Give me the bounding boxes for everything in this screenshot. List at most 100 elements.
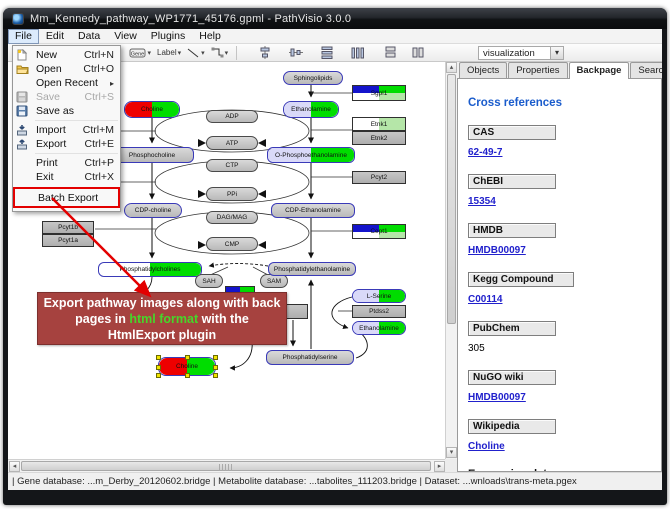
pathway-node-ptdss2[interactable]: Ptdss2: [352, 305, 406, 318]
menu-item-shortcut: Ctrl+E: [85, 138, 114, 150]
crossref-link[interactable]: HMDB00097: [468, 392, 526, 403]
pathway-node-pcyt1a[interactable]: Pcyt1a: [42, 234, 94, 247]
pathway-node-ethanolamine[interactable]: Ethanolamine: [352, 321, 406, 335]
visualization-dropdown-icon[interactable]: ▾: [550, 47, 563, 59]
node-label: Choline: [141, 106, 163, 113]
pathway-node-etnk2[interactable]: Etnk2: [352, 131, 406, 145]
selection-handle[interactable]: [185, 373, 190, 378]
connector-tool-button[interactable]: ▾: [209, 45, 231, 61]
crossref-value: 15354: [468, 196, 651, 207]
menu-item-shortcut: Ctrl+M: [83, 124, 114, 136]
pathway-node-adp[interactable]: ADP: [206, 110, 258, 123]
selection-handle[interactable]: [156, 355, 161, 360]
crossref-value: HMDB00097: [468, 392, 651, 403]
file-menu-item-export[interactable]: ExportCtrl+E: [13, 137, 120, 151]
pathway-node-sam[interactable]: SAM: [260, 274, 288, 288]
crossref-link[interactable]: C00114: [468, 294, 502, 305]
vertical-scroll-thumb[interactable]: [447, 74, 456, 324]
horizontal-scroll-thumb[interactable]: [21, 461, 431, 471]
pathway-node-ppi[interactable]: PPi: [206, 187, 258, 201]
import-icon: [16, 124, 32, 136]
canvas-vertical-scrollbar[interactable]: ▴ ▾: [445, 62, 457, 459]
menubar-item-view[interactable]: View: [107, 29, 144, 44]
tab-backpage[interactable]: Backpage: [569, 62, 630, 79]
annotation-text-highlight: html format: [129, 312, 198, 326]
menubar-item-file[interactable]: File: [8, 29, 39, 44]
file-menu-item-open-recent[interactable]: Open Recent▸: [13, 76, 120, 90]
selection-handle[interactable]: [213, 373, 218, 378]
file-menu-item-open[interactable]: OpenCtrl+O: [13, 62, 120, 76]
selection-handle[interactable]: [156, 365, 161, 370]
file-menu-item-batch-export[interactable]: Batch Export: [15, 190, 118, 205]
tab-objects[interactable]: Objects: [459, 62, 507, 78]
file-menu-item-print[interactable]: PrintCtrl+P: [13, 156, 120, 170]
tab-search[interactable]: Search: [630, 62, 662, 78]
menubar-item-plugins[interactable]: Plugins: [144, 29, 192, 44]
pathway-node-phosphatidylserine[interactable]: Phosphatidylserine: [266, 350, 354, 365]
selection-handle[interactable]: [156, 373, 161, 378]
distribute-horizontal-button[interactable]: [349, 45, 367, 61]
gene-node-icon: Gene: [129, 47, 147, 59]
pathway-node-cept1[interactable]: Cept1: [352, 224, 406, 239]
distribute-vertical-button[interactable]: [318, 45, 336, 61]
tab-properties[interactable]: Properties: [508, 62, 567, 78]
scroll-down-icon[interactable]: ▾: [446, 447, 457, 458]
menubar-item-edit[interactable]: Edit: [39, 29, 71, 44]
canvas-horizontal-scrollbar[interactable]: ◂ ▸: [8, 459, 445, 472]
pathway-node-etnk1[interactable]: Etnk1: [352, 117, 406, 131]
app-content: FileEditDataViewPluginsHelp Zoom: 100% ▾…: [8, 29, 662, 490]
scroll-up-icon[interactable]: ▴: [446, 62, 457, 73]
pathway-node-phosphatidylcholines[interactable]: Phosphatidylcholines: [98, 262, 202, 277]
selection-handle[interactable]: [213, 365, 218, 370]
selection-handle[interactable]: [213, 355, 218, 360]
app-icon: [12, 13, 24, 25]
file-menu-item-save[interactable]: SaveCtrl+S: [13, 90, 120, 104]
pathway-node-o-phosphoethanolamine[interactable]: O-Phosphoethanolamine: [267, 147, 355, 163]
crossref-link[interactable]: 62-49-7: [468, 147, 502, 158]
pathway-node-sphingolipids[interactable]: Sphingolipids: [283, 71, 343, 85]
scroll-right-icon[interactable]: ▸: [434, 461, 445, 472]
pathway-node-l-serine[interactable]: L-Serine: [352, 289, 406, 303]
cross-references-list: CAS62-49-7ChEBI15354HMDBHMDB00097Kegg Co…: [468, 125, 651, 452]
pathway-node-atp[interactable]: ATP: [206, 136, 258, 150]
crossref-link[interactable]: HMDB00097: [468, 245, 526, 256]
crossref-value: C00114: [468, 294, 651, 305]
cross-references-heading: Cross references: [468, 97, 651, 109]
pathway-node-pcyt2[interactable]: Pcyt2: [352, 171, 406, 184]
pathway-node-ethanolamine[interactable]: Ethanolamine: [283, 101, 339, 118]
pathway-node-choline[interactable]: Choline: [158, 357, 216, 376]
pathway-node-unlabeled[interactable]: [284, 304, 308, 319]
crossref-link[interactable]: Choline: [468, 441, 505, 452]
stack-horizontal-button[interactable]: [410, 45, 427, 61]
stack-vertical-button[interactable]: [382, 45, 399, 61]
scroll-left-icon[interactable]: ◂: [9, 461, 20, 472]
pathway-node-cdp-choline[interactable]: CDP-choline: [124, 203, 182, 218]
node-label: L-Serine: [367, 293, 392, 300]
node-label: Phosphatidylethanolamine: [274, 266, 350, 273]
pathway-node-phosphatidylethanolamine[interactable]: Phosphatidylethanolamine: [268, 262, 356, 276]
file-menu-item-save-as[interactable]: Save as: [13, 104, 120, 118]
file-menu-item-exit[interactable]: ExitCtrl+X: [13, 170, 120, 184]
pathway-node-sgpl1[interactable]: Sgpl1: [352, 85, 406, 101]
file-menu-item-new[interactable]: NewCtrl+N: [13, 48, 120, 62]
visualization-combobox[interactable]: visualization ▾: [478, 46, 564, 60]
crossref-link[interactable]: 15354: [468, 196, 496, 207]
pathway-node-phosphocholine[interactable]: Phosphocholine: [110, 147, 194, 163]
pathway-node-ctp[interactable]: CTP: [206, 159, 258, 172]
datanode-tool-button[interactable]: Gene ▾: [127, 45, 154, 61]
align-center-y-button[interactable]: [287, 45, 305, 61]
menubar-item-data[interactable]: Data: [71, 29, 107, 44]
selection-handle[interactable]: [185, 355, 190, 360]
line-tool-button[interactable]: ▾: [185, 45, 207, 61]
pathway-node-cdp-ethanolamine[interactable]: CDP-Ethanolamine: [271, 203, 355, 218]
pathway-node-choline[interactable]: Choline: [124, 101, 180, 118]
pathway-node-pcyt1b[interactable]: Pcyt1b: [42, 221, 94, 234]
pathway-node-cmp[interactable]: CMP: [206, 237, 258, 251]
pathway-node-dag-mag[interactable]: DAG/MAG: [206, 211, 258, 224]
crossref-section-chebi: ChEBI15354: [468, 174, 651, 207]
pathway-node-sah[interactable]: SAH: [195, 274, 223, 288]
label-tool-button[interactable]: Label ▾: [155, 45, 183, 61]
file-menu-item-import[interactable]: ImportCtrl+M: [13, 123, 120, 137]
menubar-item-help[interactable]: Help: [192, 29, 228, 44]
align-center-x-button[interactable]: [256, 45, 274, 61]
